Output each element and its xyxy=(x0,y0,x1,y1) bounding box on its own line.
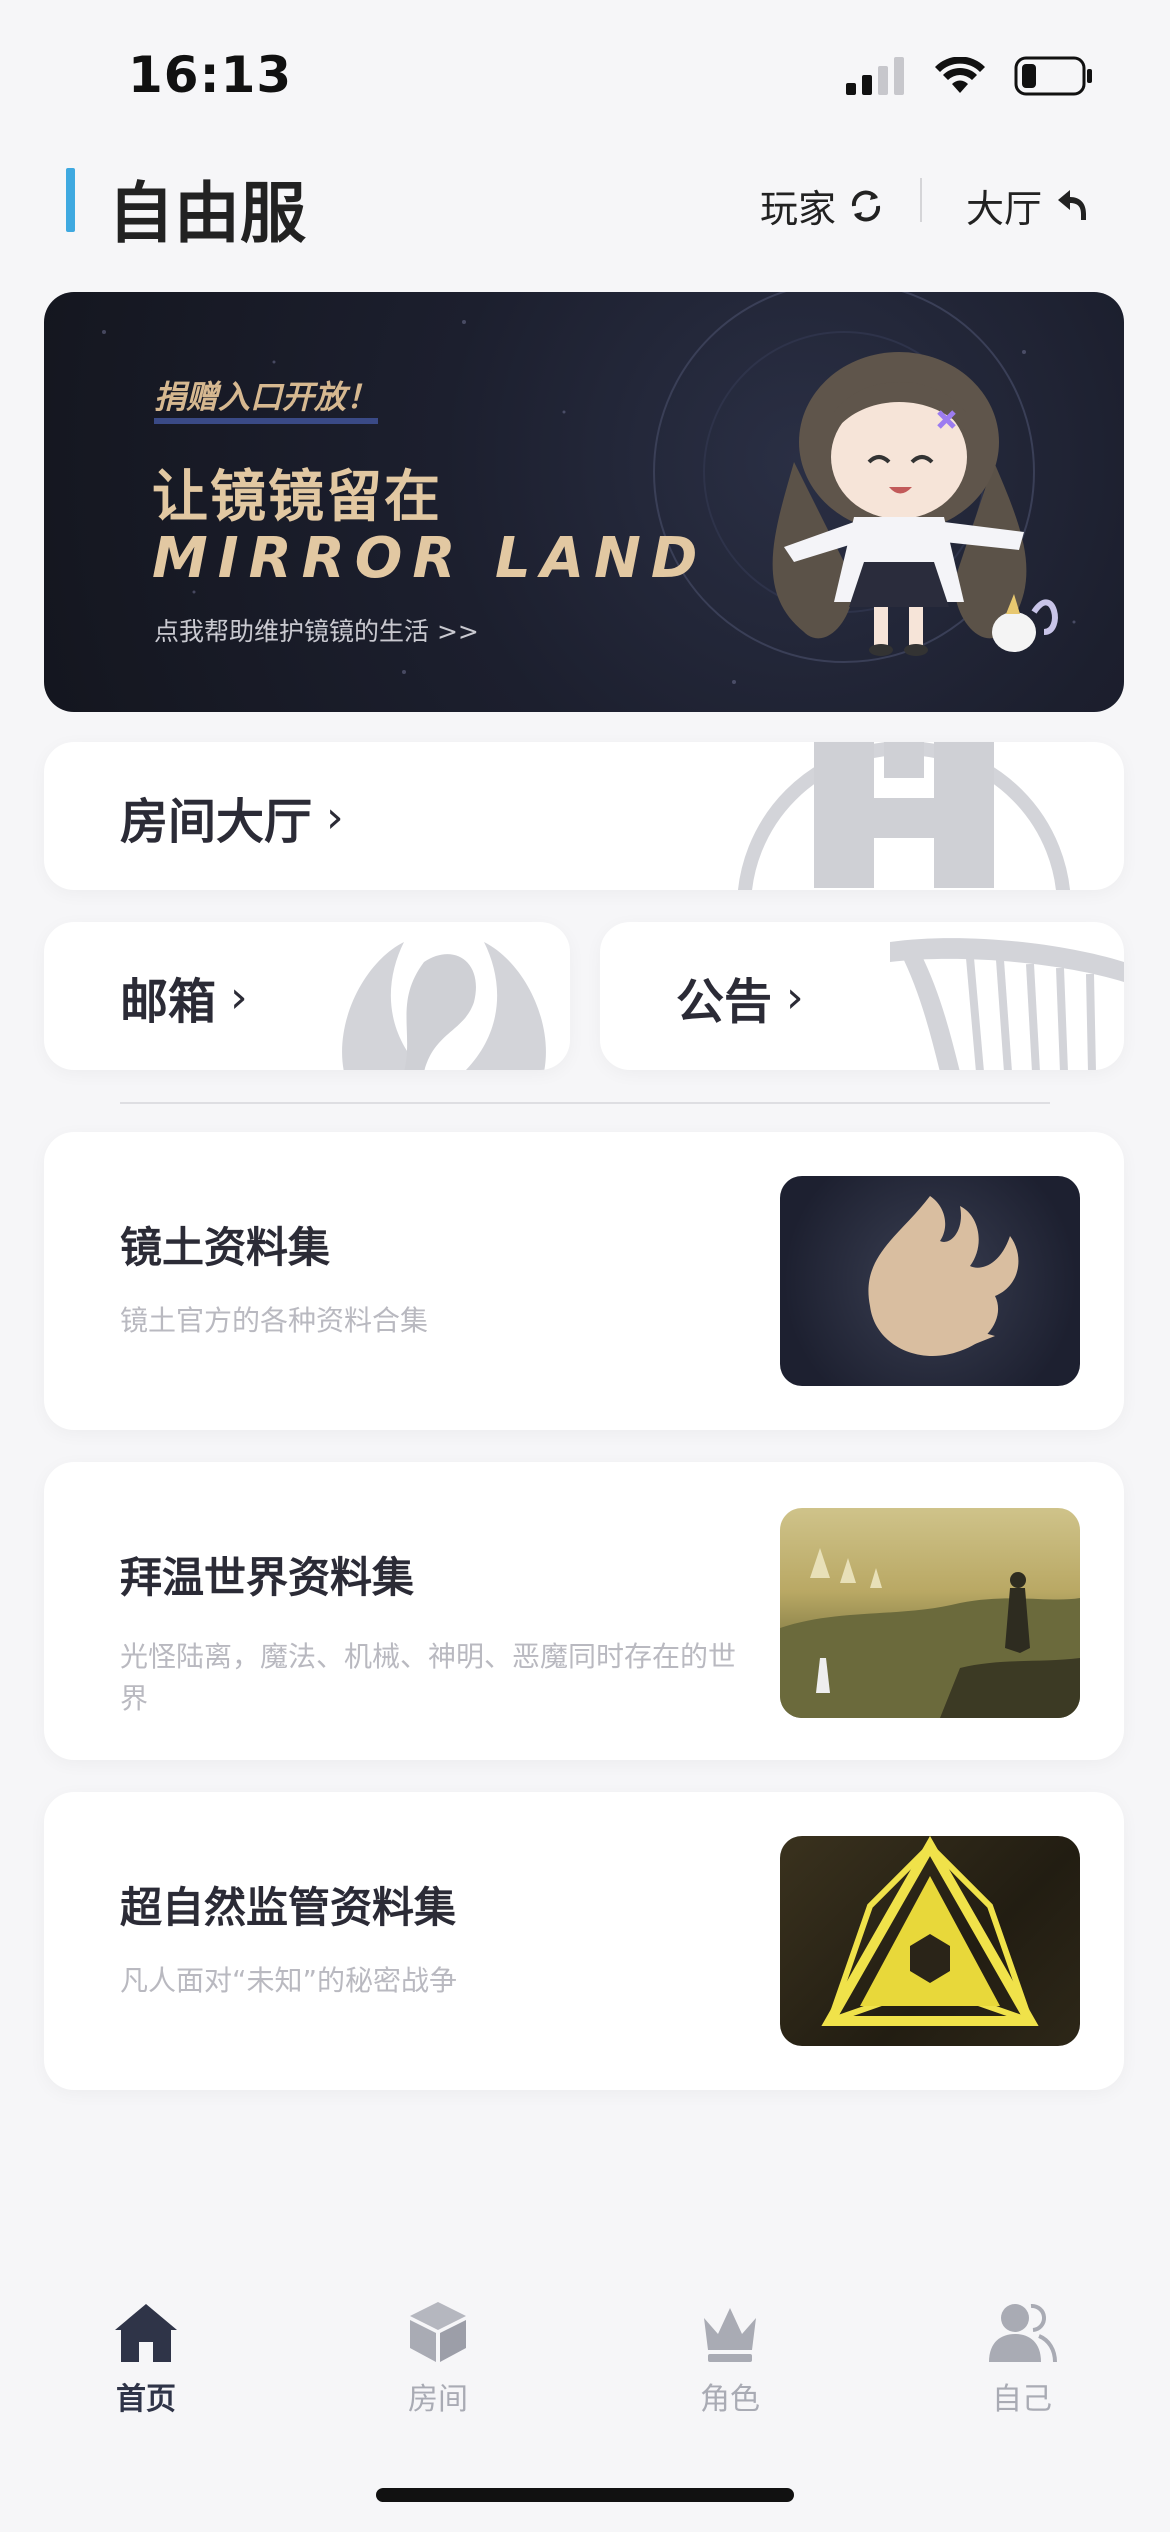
status-icons xyxy=(846,56,1094,96)
section-divider xyxy=(120,1102,1050,1104)
triangle-emblem-icon xyxy=(821,1836,1039,2026)
mascot-character-image xyxy=(772,352,1058,656)
notice-text: 公告 xyxy=(676,974,773,1030)
battery-icon xyxy=(1014,56,1092,96)
room-lobby-label: 房间大厅 › xyxy=(120,782,344,852)
status-time: 16:13 xyxy=(128,46,293,104)
harp-emblem-icon xyxy=(890,938,1124,1070)
page-title: 自由服 xyxy=(108,175,306,252)
griffin-emblem-icon xyxy=(342,942,546,1070)
info-card-title: 超自然监管资料集 xyxy=(120,1883,457,1932)
mailbox-text: 邮箱 xyxy=(120,974,217,1030)
room-lobby-card[interactable]: 房间大厅 › xyxy=(44,742,1124,890)
banner-subtitle: 点我帮助维护镜镜的生活 >> xyxy=(154,617,479,646)
info-card-supernatural[interactable]: 超自然监管资料集 凡人面对“未知”的秘密战争 xyxy=(44,1792,1124,2090)
tab-character-label: 角色 xyxy=(700,2382,760,2417)
mailbox-label: 邮箱 › xyxy=(120,962,248,1032)
tab-home-label: 首页 xyxy=(116,2382,176,2417)
cube-icon xyxy=(410,2302,466,2362)
notice-card[interactable]: 公告 › xyxy=(600,922,1124,1070)
info-card-mirrorland[interactable]: 镜土资料集 镜土官方的各种资料合集 xyxy=(44,1132,1124,1430)
wifi-icon xyxy=(935,57,985,93)
home-icon xyxy=(115,2304,177,2362)
banner-title: 让镜镜留在 xyxy=(152,465,442,530)
switch-player-button[interactable]: 玩家 xyxy=(760,178,886,233)
home-indicator[interactable] xyxy=(376,2488,794,2502)
banner-kicker: 捐赠入口开放！ xyxy=(154,372,379,424)
supernatural-thumbnail xyxy=(780,1836,1080,2046)
notice-label: 公告 › xyxy=(676,962,804,1032)
crown-icon xyxy=(704,2308,756,2362)
signal-icon xyxy=(846,57,904,95)
bywen-thumbnail xyxy=(780,1508,1080,1718)
donation-banner[interactable]: 捐赠入口开放！ 让镜镜留在 MIRROR LAND 点我帮助维护镜镜的生活 >> xyxy=(44,292,1124,712)
banner-title-english: MIRROR LAND xyxy=(152,526,708,591)
lobby-label: 大厅 xyxy=(966,187,1043,231)
info-card-title: 拜温世界资料集 xyxy=(120,1553,415,1602)
chevron-right-icon: › xyxy=(786,971,804,1023)
title-accent-bar xyxy=(66,168,75,232)
header-divider xyxy=(920,178,922,222)
info-card-bywen[interactable]: 拜温世界资料集 光怪陆离，魔法、机械、神明、恶魔同时存在的世界 xyxy=(44,1462,1124,1760)
refresh-icon xyxy=(851,190,881,221)
tab-self[interactable]: 自己 xyxy=(922,2300,1122,2418)
info-card-description: 凡人面对“未知”的秘密战争 xyxy=(120,1964,458,1997)
tab-room-label: 房间 xyxy=(408,2382,468,2417)
room-lobby-text: 房间大厅 xyxy=(120,794,313,850)
landscape-scene-icon xyxy=(780,1548,1080,1718)
tab-home[interactable]: 首页 xyxy=(46,2300,246,2418)
mailbox-card[interactable]: 邮箱 › xyxy=(44,922,570,1070)
tab-character[interactable]: 角色 xyxy=(630,2300,830,2418)
users-icon xyxy=(989,2303,1057,2363)
unicorn-flame-icon xyxy=(868,1196,1019,1356)
player-label: 玩家 xyxy=(760,187,837,231)
mirrorland-thumbnail xyxy=(780,1176,1080,1386)
chevron-right-icon: › xyxy=(326,791,344,843)
info-card-title: 镜土资料集 xyxy=(120,1223,331,1272)
lobby-emblem-icon xyxy=(738,742,1070,890)
tab-self-label: 自己 xyxy=(992,2382,1052,2417)
back-to-lobby-button[interactable]: 大厅 xyxy=(966,178,1092,233)
return-icon xyxy=(1058,189,1087,220)
info-card-description: 光怪陆离，魔法、机械、神明、恶魔同时存在的世界 xyxy=(120,1640,737,1715)
tab-room[interactable]: 房间 xyxy=(338,2300,538,2418)
info-card-description: 镜土官方的各种资料合集 xyxy=(120,1304,429,1337)
chevron-right-icon: › xyxy=(230,971,248,1023)
